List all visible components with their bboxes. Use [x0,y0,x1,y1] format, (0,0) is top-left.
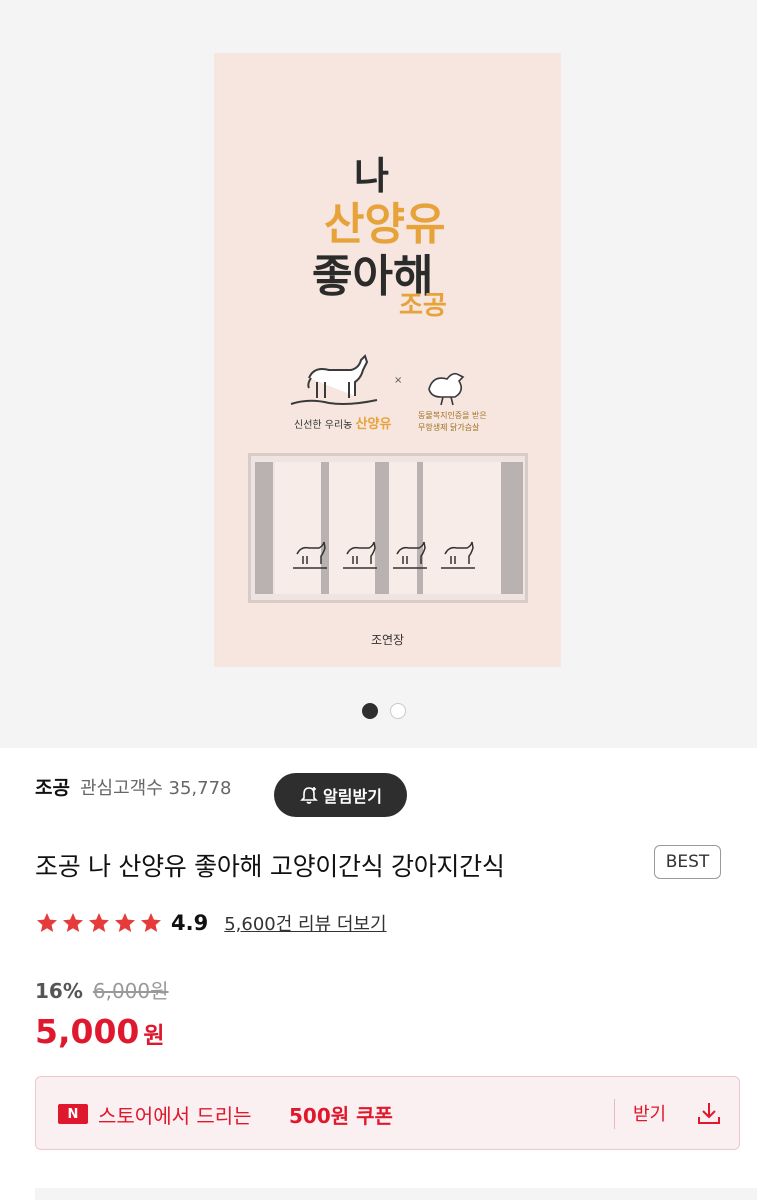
stick [389,462,417,594]
rating-score: 4.9 [171,911,209,935]
discount-rate: 16% [35,979,83,1003]
coupon-text: 스토어에서 드리는 [98,1104,252,1128]
caption-left-emphasis: 산양유 [355,417,392,432]
goat-mini-icon [393,541,427,569]
goat-mini-icon [293,541,327,569]
carousel-indicator [362,703,406,719]
rating-stars [35,911,163,935]
product-title: 조공 나 산양유 좋아해 고양이간식 강아지간식 [35,852,505,881]
coupon-amount: 500원 쿠폰 [289,1104,393,1128]
caption-left-prefix: 신선한 우리농 [294,420,353,431]
package-window [248,453,528,603]
star-icon [115,913,135,932]
star-icon [141,913,161,932]
caption-right-line2: 무항생제 닭가슴살 [418,423,480,432]
original-price: 6,000원 [92,979,169,1003]
best-badge: BEST [654,845,721,879]
caption-left: 신선한 우리농 산양유 [294,413,391,432]
product-package-image: 나 산양유 좋아해 조공 × 신선한 우리농 산양유 동물복지인증을 받은 무항… [214,53,561,667]
goat-mini-icon [343,541,377,569]
package-brand-mark: 조공 [399,291,447,321]
stick [329,462,375,594]
naver-n-icon: N [58,1104,88,1124]
store-row: 조공 관심고객수 35,778 [35,773,232,800]
goat-illustration-icon [290,354,378,405]
coupon-receive-button[interactable]: 받기 [633,1100,666,1126]
price-row: 5,000 원 [35,1012,165,1051]
store-name[interactable]: 조공 [35,773,70,800]
stick-shadow [375,462,389,594]
interest-value: 35,778 [168,777,232,799]
alarm-button-label: 알림받기 [323,787,382,806]
coupon-divider [614,1099,615,1129]
stick-shadow [321,462,329,594]
caption-right: 동물복지인증을 받은 무항생제 닭가슴살 [418,410,487,434]
chicken-illustration-icon [428,372,465,406]
product-image-gallery[interactable]: 나 산양유 좋아해 조공 × 신선한 우리농 산양유 동물복지인증을 받은 무항… [0,0,757,748]
alarm-subscribe-button[interactable]: 알림받기 [274,773,407,817]
goat-mini-icon [441,541,475,569]
download-icon[interactable] [695,1099,723,1127]
carousel-dot[interactable] [390,703,406,719]
price-unit: 원 [143,1023,165,1049]
caption-right-line1: 동물복지인증을 받은 [418,411,487,420]
rating-row: 4.9 5,600건 리뷰 더보기 [35,910,387,936]
reviews-link[interactable]: 5,600건 리뷰 더보기 [224,910,386,936]
next-section-edge [35,1188,757,1200]
store-coupon-banner[interactable]: N 스토어에서 드리는 500원 쿠폰 받기 [35,1076,740,1150]
star-icon [37,913,57,932]
bell-plus-icon [300,787,318,804]
stick [423,462,501,594]
interest-count: 관심고객수 35,778 [80,774,232,800]
star-icon [89,913,109,932]
package-maker: 조연장 [370,633,405,647]
stick-shadow [501,462,523,594]
stick [275,462,321,594]
stick-shadow [255,462,273,594]
interest-label: 관심고객수 [79,777,163,799]
carousel-dot-active[interactable] [362,703,378,719]
star-icon [63,913,83,932]
discount-row: 16% 6,000원 [35,975,169,1004]
sale-price: 5,000 [35,1012,140,1051]
times-symbol: × [394,375,403,386]
